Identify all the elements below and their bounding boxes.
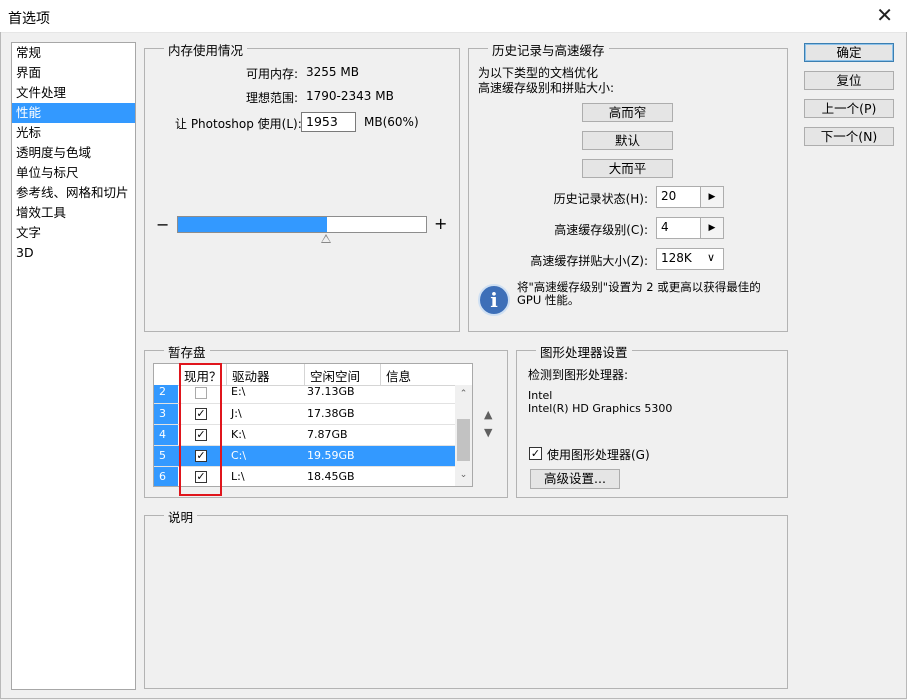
cache-tile-size-label: 高速缓存拼贴大小(Z): — [530, 254, 648, 268]
ideal-range-value: 1790-2343 MB — [306, 89, 394, 103]
memory-let-use-label: 让 Photoshop 使用(L): — [175, 117, 302, 131]
ok-button[interactable]: 确定 — [804, 43, 894, 62]
nav-item-plugins[interactable]: 增效工具 — [12, 203, 135, 223]
free-space: 17.38GB — [307, 407, 355, 420]
next-button[interactable]: 下一个(N) — [804, 127, 894, 146]
history-states-value: 20 — [661, 189, 677, 203]
memory-slider-fill — [178, 217, 327, 232]
increase-memory-icon[interactable]: + — [434, 214, 447, 233]
free-space: 19.59GB — [307, 449, 355, 462]
history-states-arrow-icon[interactable]: ▶ — [700, 187, 723, 207]
default-button[interactable]: 默认 — [582, 131, 673, 150]
nav-item-transparency[interactable]: 透明度与色域 — [12, 143, 135, 163]
big-flat-button[interactable]: 大而平 — [582, 159, 673, 178]
history-states-spinner[interactable]: 20 ▶ — [656, 186, 724, 208]
gpu-detected-label: 检测到图形处理器: — [528, 368, 629, 382]
move-up-icon[interactable]: ▲ — [484, 408, 492, 421]
use-gpu-label[interactable]: 使用图形处理器(G) — [547, 446, 650, 463]
nav-item-3d[interactable]: 3D — [12, 243, 135, 263]
description-title: 说明 — [164, 507, 198, 526]
nav-item-interface[interactable]: 界面 — [12, 63, 135, 83]
window-title: 首选项 — [8, 11, 50, 27]
gpu-model: Intel(R) HD Graphics 5300 — [528, 402, 673, 415]
free-space: 37.13GB — [307, 385, 355, 398]
info-icon: i — [478, 284, 510, 316]
memory-slider[interactable] — [177, 216, 427, 233]
reset-button[interactable]: 复位 — [804, 71, 894, 90]
cache-tile-size-value: 128K — [661, 251, 692, 265]
memory-unit-label: MB(60%) — [364, 115, 419, 129]
nav-item-file-handling[interactable]: 文件处理 — [12, 83, 135, 103]
category-list[interactable]: 常规 界面 文件处理 性能 光标 透明度与色域 单位与标尺 参考线、网格和切片 … — [11, 42, 136, 690]
close-icon[interactable]: ✕ — [876, 4, 893, 26]
gpu-vendor: Intel — [528, 389, 553, 402]
title-bar: 首选项 ✕ — [0, 0, 907, 33]
nav-item-guides[interactable]: 参考线、网格和切片 — [12, 183, 135, 203]
row-number: 3 — [154, 404, 178, 424]
scrollbar-thumb[interactable] — [457, 419, 470, 461]
row-number: 4 — [154, 425, 178, 445]
memory-input[interactable]: 1953 — [301, 112, 356, 132]
memory-slider-thumb[interactable] — [320, 234, 331, 243]
nav-item-cursors[interactable]: 光标 — [12, 123, 135, 143]
free-space: 18.45GB — [307, 470, 355, 483]
cache-levels-value: 4 — [661, 220, 669, 234]
column-free-space[interactable]: 空闲空间 — [310, 366, 360, 385]
chevron-down-icon: ∨ — [706, 251, 715, 264]
column-divider — [380, 364, 381, 385]
description-group — [144, 515, 788, 689]
row-number: 5 — [154, 446, 178, 466]
gpu-tip-line2: GPU 性能。 — [517, 293, 580, 307]
memory-usage-title: 内存使用情况 — [164, 40, 248, 59]
column-info[interactable]: 信息 — [386, 366, 411, 385]
highlight-box — [179, 363, 222, 496]
column-divider — [226, 364, 227, 385]
table-scrollbar[interactable]: ⌃ ⌄ — [455, 385, 472, 486]
scratch-disks-title: 暂存盘 — [164, 342, 210, 361]
column-drive[interactable]: 驱动器 — [232, 366, 270, 385]
cache-description-line2: 高速缓存级别和拼贴大小: — [478, 81, 615, 95]
advanced-settings-button[interactable]: 高级设置... — [530, 469, 620, 489]
ideal-range-label: 理想范围: — [245, 91, 298, 105]
column-divider — [304, 364, 305, 385]
nav-item-type[interactable]: 文字 — [12, 223, 135, 243]
row-number: 2 — [154, 385, 178, 403]
gpu-settings-title: 图形处理器设置 — [536, 342, 632, 361]
drive-letter: E:\ — [231, 385, 246, 398]
drive-letter: C:\ — [231, 449, 247, 462]
free-space: 7.87GB — [307, 428, 348, 441]
nav-item-units[interactable]: 单位与标尺 — [12, 163, 135, 183]
move-down-icon[interactable]: ▼ — [484, 426, 492, 439]
history-cache-title: 历史记录与高速缓存 — [488, 40, 609, 59]
cache-levels-label: 高速缓存级别(C): — [554, 223, 648, 237]
available-memory-label: 可用内存: — [245, 67, 298, 81]
previous-button[interactable]: 上一个(P) — [804, 99, 894, 118]
nav-item-performance[interactable]: 性能 — [12, 103, 135, 123]
cache-tile-size-select[interactable]: 128K ∨ — [656, 248, 724, 270]
drive-letter: J:\ — [231, 407, 242, 420]
row-number: 6 — [154, 467, 178, 486]
scroll-down-icon[interactable]: ⌄ — [455, 470, 472, 484]
cache-levels-arrow-icon[interactable]: ▶ — [700, 218, 723, 238]
memory-usage-group — [144, 48, 460, 332]
decrease-memory-icon[interactable]: − — [156, 215, 169, 234]
cache-levels-spinner[interactable]: 4 ▶ — [656, 217, 724, 239]
use-gpu-checkbox[interactable]: ✓ — [529, 447, 542, 460]
history-states-label: 历史记录状态(H): — [553, 192, 648, 206]
drive-letter: K:\ — [231, 428, 246, 441]
drive-letter: L:\ — [231, 470, 245, 483]
nav-item-general[interactable]: 常规 — [12, 43, 135, 63]
tall-thin-button[interactable]: 高而窄 — [582, 103, 673, 122]
scroll-up-icon[interactable]: ⌃ — [455, 389, 472, 403]
available-memory-value: 3255 MB — [306, 65, 359, 79]
